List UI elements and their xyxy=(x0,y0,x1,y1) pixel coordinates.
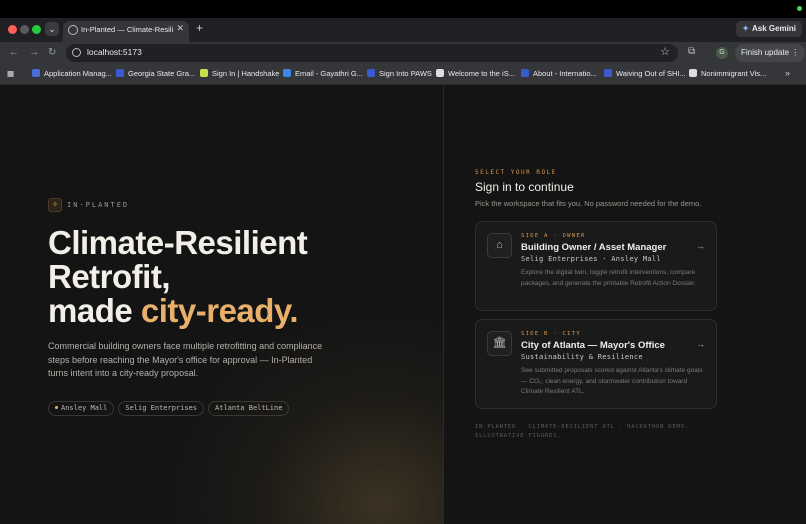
finish-update-button[interactable]: Finish update ⋮ xyxy=(735,44,806,62)
bookmark-favicon-icon xyxy=(32,69,40,77)
hero-subtitle: Commercial building owners face multiple… xyxy=(48,341,323,378)
bookmark-favicon-icon xyxy=(604,69,612,77)
card-description: Explore the digital twin, toggle retrofi… xyxy=(521,269,696,287)
bookmark-label: About - Internatio... xyxy=(533,69,597,78)
card-title: Building Owner / Asset Manager xyxy=(521,242,667,253)
bookmark-favicon-icon xyxy=(116,69,124,77)
kebab-menu-icon: ⋮ xyxy=(791,48,800,57)
bookmark-item[interactable]: Sign Into PAWS xyxy=(367,69,432,78)
role-card-city[interactable]: 🏛 SIDE B · CITY City of Atlanta — Mayor'… xyxy=(475,319,717,409)
tab-search-dropdown-icon[interactable]: ⌄ xyxy=(45,22,59,36)
bookmarks-overflow-button[interactable]: » xyxy=(785,68,790,78)
ask-gemini-button[interactable]: ✦ Ask Gemini xyxy=(736,21,802,37)
bookmark-item[interactable]: Georgia State Gra... xyxy=(116,69,195,78)
bookmark-item[interactable]: Application Manag... xyxy=(32,69,112,78)
window-close-button[interactable] xyxy=(8,25,17,34)
bookmark-favicon-icon xyxy=(689,69,697,77)
browser-toolbar: ← → ↻ localhost:5173 ☆ ⧉ G Finish update… xyxy=(0,42,806,64)
forward-arrow-icon[interactable]: → xyxy=(29,47,39,58)
tag-pill: Selig Enterprises xyxy=(118,401,205,416)
card-description: See submitted proposals scored against A… xyxy=(521,367,703,395)
bookmark-label: Sign Into PAWS xyxy=(379,69,432,78)
window-maximize-button[interactable] xyxy=(32,25,41,34)
back-arrow-icon[interactable]: ← xyxy=(9,47,19,58)
bookmark-favicon-icon xyxy=(367,69,375,77)
signin-subtitle: Pick the workspace that fits you. No pas… xyxy=(475,199,702,208)
arrow-right-icon: → xyxy=(696,339,705,349)
bookmark-favicon-icon xyxy=(283,69,291,77)
tag-label: Ansley Mall xyxy=(61,404,108,412)
role-label: SELECT YOUR ROLE xyxy=(475,169,557,176)
card-subtitle: Selig Enterprises · Ansley Mall xyxy=(521,255,661,263)
hero-line-3: made city-ready. xyxy=(48,294,307,328)
footer-note: IN-PLANTED · CLIMATE-RESILIENT ATL · HAC… xyxy=(475,424,689,439)
bookmark-favicon-icon xyxy=(521,69,529,77)
finish-update-label: Finish update xyxy=(741,48,790,57)
bookmark-favicon-icon xyxy=(200,69,208,77)
profile-avatar[interactable]: G xyxy=(716,47,728,59)
reload-icon[interactable]: ↻ xyxy=(48,47,56,58)
bookmark-item[interactable]: Welcome to the iS... xyxy=(436,69,515,78)
card-subtitle: Sustainability & Resilience xyxy=(521,353,643,361)
arrow-right-icon: → xyxy=(696,241,705,251)
apps-grid-icon[interactable]: ▦ xyxy=(7,69,14,78)
bookmark-label: Email - Gayathri G... xyxy=(295,69,363,78)
address-bar[interactable]: localhost:5173 ☆ xyxy=(66,44,678,62)
brand-mark: ✧ IN-PLANTED xyxy=(48,196,129,214)
gemini-sparkle-icon: ✦ xyxy=(742,24,749,33)
browser-tab-active[interactable]: In-Planted — Climate-Resilie ✕ xyxy=(63,21,189,42)
tab-close-icon[interactable]: ✕ xyxy=(176,23,184,34)
globe-icon xyxy=(68,25,78,35)
ask-gemini-label: Ask Gemini xyxy=(751,24,796,33)
bookmark-item[interactable]: Email - Gayathri G... xyxy=(283,69,363,78)
tab-title: In-Planted — Climate-Resilie xyxy=(81,25,173,34)
url-text[interactable]: localhost:5173 xyxy=(87,47,142,57)
bookmark-label: Waiving Out of SHI... xyxy=(616,69,686,78)
card-title: City of Atlanta — Mayor's Office xyxy=(521,340,665,351)
hero-tags: Ansley Mall Selig Enterprises Atlanta Belt… xyxy=(48,397,293,416)
browser-tab-bar: ⌄ In-Planted — Climate-Resilie ✕ + ✦ Ask … xyxy=(0,18,806,42)
page-content: ✧ IN-PLANTED Climate-Resilient Retrofit, … xyxy=(0,85,806,524)
card-side-label: SIDE B · CITY xyxy=(521,331,581,337)
signin-panel: SELECT YOUR ROLE Sign in to continue Pic… xyxy=(444,85,806,524)
tag-pill: Atlanta BeltLine xyxy=(208,401,290,416)
bookmark-label: Georgia State Gra... xyxy=(128,69,196,78)
building-icon: ⌂ xyxy=(487,233,512,258)
bookmark-label: Sign In | Handshake xyxy=(212,69,280,78)
bookmark-item[interactable]: Sign In | Handshake xyxy=(200,69,279,78)
bookmark-label: Nonimmigrant Vis... xyxy=(701,69,767,78)
city-hall-icon: 🏛 xyxy=(487,331,512,356)
hero-line-3-plain: made xyxy=(48,292,141,329)
brand-name: IN-PLANTED xyxy=(67,200,130,209)
bookmarks-bar: ▦ Application Manag... Georgia State Gra… xyxy=(0,64,806,85)
bookmark-item[interactable]: About - Internatio... xyxy=(521,69,597,78)
hero-line-1: Climate-Resilient xyxy=(48,224,308,261)
hero-headline: Climate-Resilient Retrofit, made city-re… xyxy=(48,224,308,328)
hero-panel: ✧ IN-PLANTED Climate-Resilient Retrofit, … xyxy=(0,85,443,524)
status-dot-icon xyxy=(797,6,802,11)
signin-title: Sign in to continue xyxy=(475,180,574,194)
bookmark-item[interactable]: Waiving Out of SHI... xyxy=(604,69,686,78)
card-side-label: SIDE A · OWNER xyxy=(521,233,586,239)
sprout-logo-icon: ✧ xyxy=(48,197,62,212)
tag-pill: Ansley Mall xyxy=(48,401,115,416)
new-tab-button[interactable]: + xyxy=(196,21,203,35)
bookmark-favicon-icon xyxy=(436,69,444,77)
active-dot-icon xyxy=(55,406,58,409)
bookmark-label: Welcome to the iS... xyxy=(448,69,515,78)
site-info-icon[interactable] xyxy=(72,48,81,57)
role-card-owner[interactable]: ⌂ SIDE A · OWNER Building Owner / Asset … xyxy=(475,221,717,311)
extensions-puzzle-icon[interactable]: ⧉ xyxy=(688,46,695,57)
bookmark-label: Application Manag... xyxy=(44,69,112,78)
bookmark-star-icon[interactable]: ☆ xyxy=(660,45,670,58)
hero-line-2: Retrofit, xyxy=(48,258,171,295)
system-top-strip xyxy=(0,0,806,18)
window-minimize-button[interactable] xyxy=(20,25,29,34)
hero-line-3-accent: city-ready. xyxy=(140,292,299,329)
bookmark-item[interactable]: Nonimmigrant Vis... xyxy=(689,69,766,78)
